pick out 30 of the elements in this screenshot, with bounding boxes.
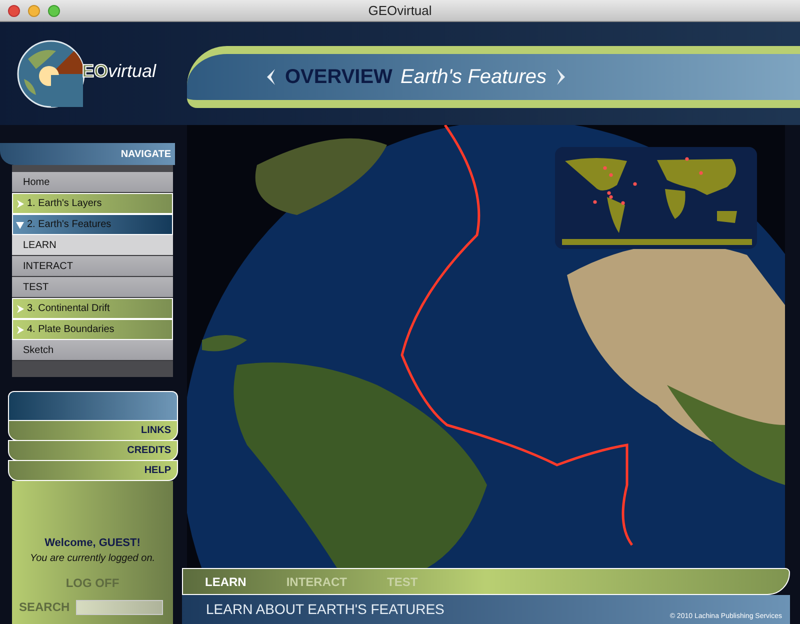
search-field[interactable] — [76, 600, 163, 614]
next-icon[interactable] — [554, 66, 567, 86]
section-title: OVERVIEW — [285, 64, 392, 90]
caret-down-icon — [16, 220, 24, 228]
login-status: You are currently logged on. — [30, 552, 156, 566]
nav-item[interactable]: INTERACT — [12, 256, 173, 277]
close-icon[interactable] — [8, 4, 20, 16]
link-button[interactable]: HELP — [8, 460, 178, 481]
chapter-item[interactable]: 3. Continental Drift — [12, 298, 173, 319]
chapter-item[interactable]: 2. Earth's Features — [12, 214, 173, 235]
link-button[interactable]: CREDITS — [8, 440, 178, 461]
caret-right-icon — [16, 304, 24, 312]
link-button[interactable]: LINKS — [8, 420, 178, 441]
search-label: SEARCH — [19, 599, 70, 616]
navigate-header: NAVIGATE — [0, 143, 175, 165]
chapter-item[interactable]: 1. Earth's Layers — [12, 193, 173, 214]
nav-item[interactable]: TEST — [12, 277, 173, 298]
section-caption: LEARN ABOUT EARTH'S FEATURES — [206, 600, 444, 619]
nav-item[interactable]: Sketch — [12, 340, 173, 361]
section-subtitle: Earth's Features — [400, 64, 547, 90]
content-tab[interactable]: LEARN — [205, 572, 246, 590]
chapter-item[interactable]: 4. Plate Boundaries — [12, 319, 173, 340]
window-title: GEOvirtual — [368, 2, 432, 20]
nav-item[interactable]: Home — [12, 172, 173, 193]
minimize-icon[interactable] — [28, 4, 40, 16]
caret-right-icon — [16, 326, 24, 334]
welcome-text: Welcome, GUEST! — [44, 536, 140, 550]
caret-right-icon — [16, 200, 24, 208]
zoom-icon[interactable] — [48, 4, 60, 16]
nav-item[interactable]: LEARN — [12, 235, 173, 256]
